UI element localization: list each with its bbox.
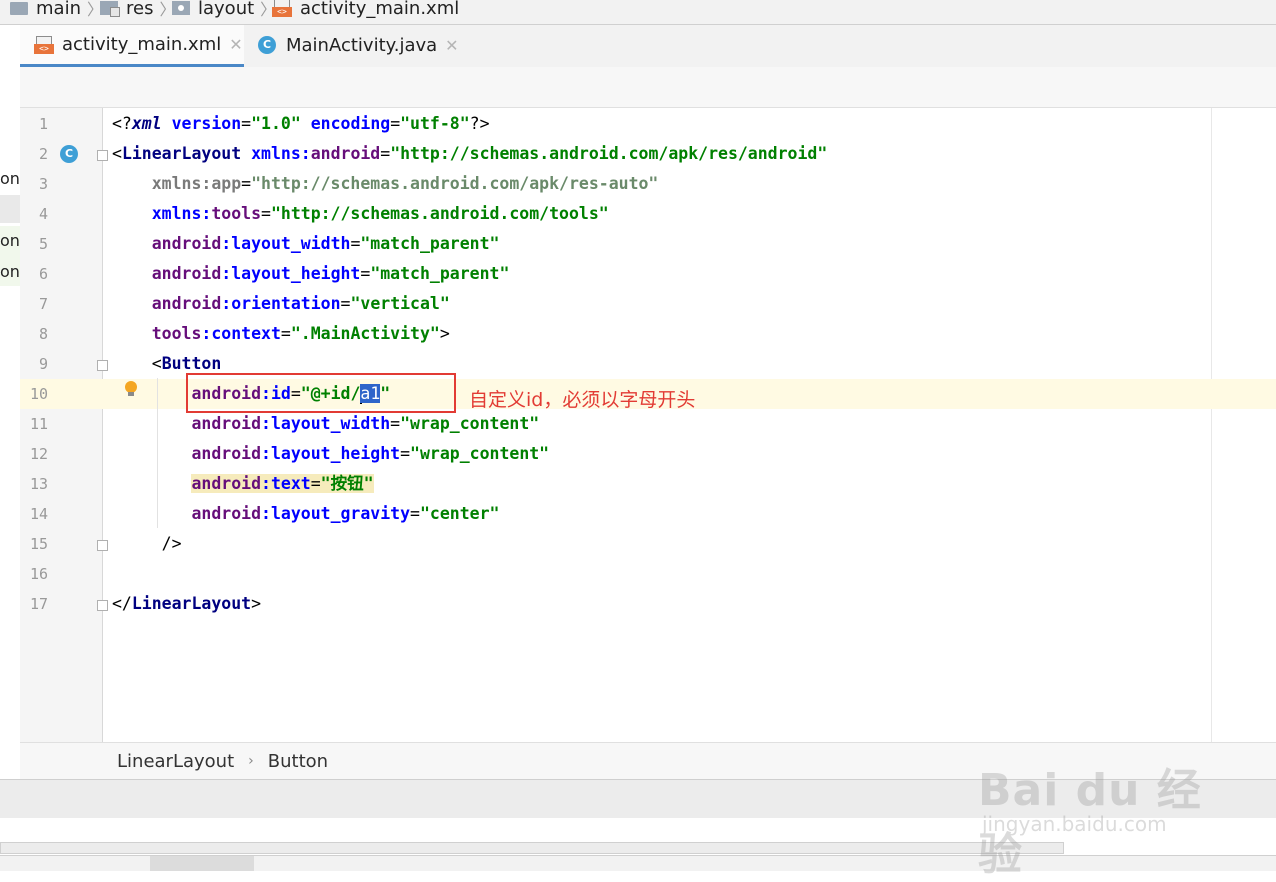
- watermark-url: jingyan.baidu.com: [982, 812, 1167, 836]
- code-line-1: <?xml version="1.0" encoding="utf-8"?>: [112, 114, 490, 133]
- layout-folder-icon: [172, 1, 190, 15]
- line-number: 8: [38, 325, 48, 343]
- fold-marker-icon[interactable]: [97, 600, 108, 611]
- line-number: 14: [29, 505, 48, 523]
- xml-file-icon: <>: [272, 0, 292, 17]
- chevron-right-icon: ›: [248, 753, 254, 769]
- code-line-13: android:text="按钮": [191, 474, 374, 493]
- line-number: 9: [38, 355, 48, 373]
- resources-folder-icon: [100, 1, 120, 17]
- editor-toolbar: [20, 67, 1276, 108]
- line-number: 6: [38, 265, 48, 283]
- java-class-icon: C: [258, 36, 276, 54]
- line-number: 12: [29, 445, 48, 463]
- code-line-12: android:layout_height="wrap_content": [191, 444, 550, 463]
- selected-row: [0, 195, 20, 223]
- code-line-8: tools:context=".MainActivity">: [151, 324, 450, 343]
- nav-crumb-main[interactable]: main 〉: [10, 0, 109, 20]
- nav-crumb-label: res: [126, 0, 154, 19]
- annotation-highlight-box: [186, 373, 456, 413]
- fold-marker-icon[interactable]: [97, 150, 108, 161]
- nav-crumb-label: main: [36, 0, 81, 19]
- tab-main-activity-java[interactable]: C MainActivity.java ✕: [244, 25, 478, 65]
- line-number: 16: [29, 565, 48, 583]
- line-number: 13: [29, 475, 48, 493]
- horizontal-scrollbar[interactable]: [0, 842, 1064, 854]
- line-number: 7: [38, 295, 48, 313]
- code-line-7: android:orientation="vertical": [151, 294, 450, 313]
- close-icon[interactable]: ✕: [229, 35, 242, 54]
- nav-crumb-res[interactable]: res 〉: [100, 0, 181, 20]
- code-line-14: android:layout_gravity="center": [191, 504, 500, 523]
- bottom-tab[interactable]: [150, 856, 254, 871]
- code-line-4: xmlns:tools="http://schemas.android.com/…: [112, 204, 609, 223]
- nav-crumb-file[interactable]: <> activity_main.xml: [272, 0, 459, 20]
- right-margin-guide: [1211, 108, 1212, 742]
- xml-file-icon: <>: [34, 35, 54, 54]
- code-line-3: xmlns:app="http://schemas.android.com/ap…: [112, 174, 659, 193]
- line-number: 10: [29, 385, 48, 403]
- line-number: 4: [38, 205, 48, 223]
- code-line-2: <LinearLayout xmlns:android="http://sche…: [112, 144, 828, 163]
- fold-marker-icon[interactable]: [97, 360, 108, 371]
- code-line-6: android:layout_height="match_parent": [151, 264, 510, 283]
- tab-label: MainActivity.java: [286, 34, 438, 56]
- nav-crumb-layout[interactable]: layout 〉: [172, 0, 282, 20]
- code-line-5: android:layout_width="match_parent": [151, 234, 500, 253]
- project-item-text[interactable]: on: [0, 169, 20, 188]
- folder-icon: [10, 1, 28, 15]
- line-number: 17: [29, 595, 48, 613]
- close-icon[interactable]: ✕: [445, 36, 458, 55]
- code-editor[interactable]: 1 2 3 4 5 6 7 8 9 10 11 12 13 14 15 16 1…: [20, 108, 1276, 742]
- editor-tabs: <> activity_main.xml ✕ C MainActivity.ja…: [20, 25, 1276, 68]
- code-line-11: android:layout_width="wrap_content": [191, 414, 540, 433]
- annotation-text: 自定义id，必须以字母开头: [469, 389, 696, 411]
- tab-activity-main-xml[interactable]: <> activity_main.xml ✕: [20, 25, 244, 67]
- project-panel-edge: on on on: [0, 25, 21, 780]
- class-gutter-icon[interactable]: C: [60, 145, 78, 163]
- line-number: 1: [38, 115, 48, 133]
- line-number: 15: [29, 535, 48, 553]
- code-line-15: />: [161, 534, 182, 553]
- code-line-17: </LinearLayout>: [112, 594, 262, 613]
- nav-crumb-label: activity_main.xml: [300, 0, 460, 19]
- line-number: 2: [38, 145, 48, 163]
- nav-crumb-label: layout: [198, 0, 255, 19]
- navigation-bar: main 〉 res 〉 layout 〉 <> activity_main.x…: [0, 0, 1276, 25]
- baidu-watermark: Bai du 经验 jingyan.baidu.com: [978, 750, 1208, 880]
- project-item-text[interactable]: on: [0, 262, 20, 281]
- breadcrumb-linearlayout[interactable]: LinearLayout: [117, 751, 234, 772]
- breadcrumb-button[interactable]: Button: [268, 751, 328, 772]
- project-item-text[interactable]: on: [0, 231, 20, 250]
- fold-marker-icon[interactable]: [97, 540, 108, 551]
- line-number: 11: [29, 415, 48, 433]
- line-number: 3: [38, 175, 48, 193]
- line-number: 5: [38, 235, 48, 253]
- tab-label: activity_main.xml: [62, 34, 222, 55]
